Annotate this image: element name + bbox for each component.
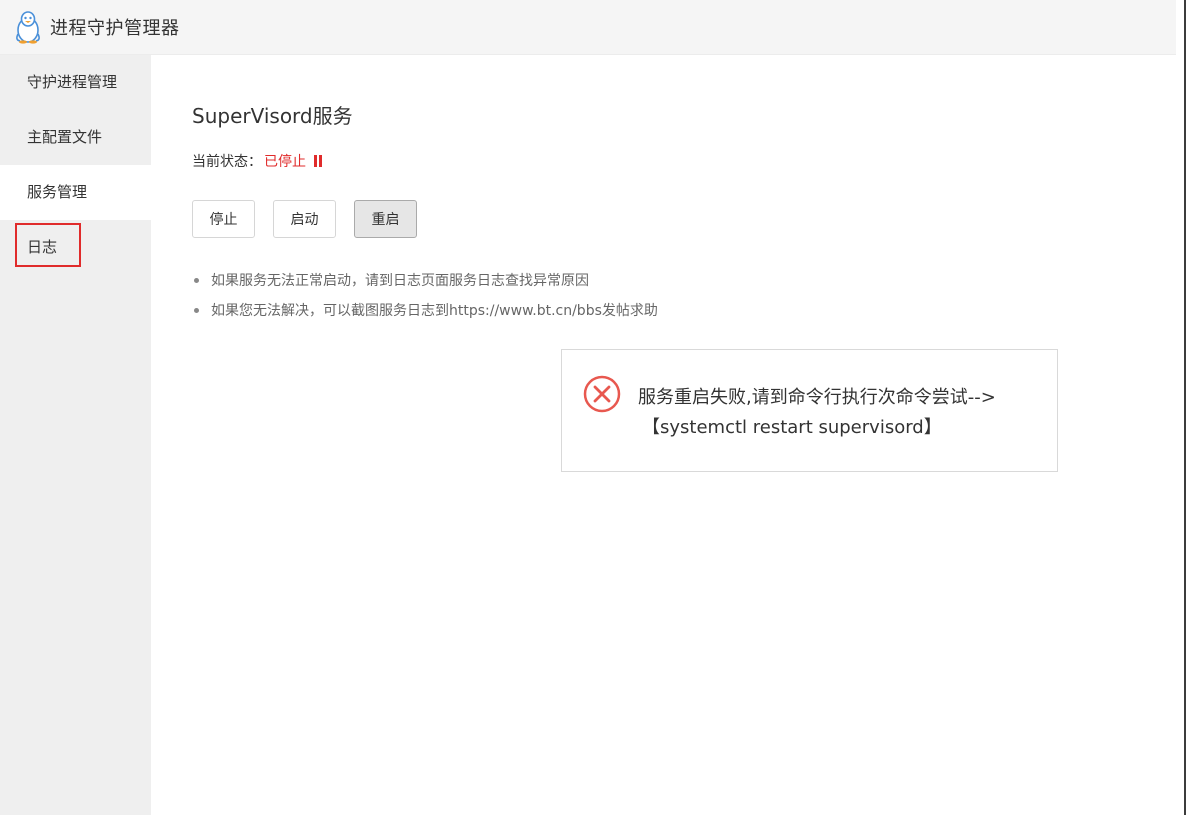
window-edge <box>1176 0 1187 815</box>
sidebar-item-service-management[interactable]: 服务管理 <box>0 165 151 220</box>
restart-button[interactable]: 重启 <box>354 200 417 238</box>
start-button[interactable]: 启动 <box>273 200 336 238</box>
sidebar-item-main-config[interactable]: 主配置文件 <box>0 110 151 165</box>
page-title: SuperVisord服务 <box>192 104 353 128</box>
tip-text: 如果您无法解决，可以截图服务日志到https://www.bt.cn/bbs发帖… <box>211 303 658 319</box>
bullet-icon <box>194 277 199 283</box>
tip-text: 如果服务无法正常启动，请到日志页面服务日志查找异常原因 <box>211 273 589 289</box>
window-title: 进程守护管理器 <box>50 18 180 39</box>
main-content: SuperVisord服务 当前状态： 已停止 停止 启动 重启 如果服务无法正… <box>151 55 1176 815</box>
pause-icon <box>314 155 322 167</box>
title-bar: 进程守护管理器 <box>0 0 1176 55</box>
bullet-icon <box>194 307 199 313</box>
error-circle-icon <box>583 375 621 413</box>
status-row: 当前状态： 已停止 <box>192 151 322 171</box>
tips-list: 如果服务无法正常启动，请到日志页面服务日志查找异常原因 如果您无法解决，可以截图… <box>192 265 658 325</box>
app-window: 进程守护管理器 守护进程管理 主配置文件 服务管理 日志 SuperVisord… <box>0 0 1176 815</box>
list-item: 如果服务无法正常启动，请到日志页面服务日志查找异常原因 <box>192 265 658 295</box>
toast-command: 【systemctl restart supervisord】 <box>642 417 942 438</box>
toast-message: 服务重启失败,请到命令行执行次命令尝试--> <box>638 387 996 408</box>
status-value: 已停止 <box>264 154 306 170</box>
list-item: 如果您无法解决，可以截图服务日志到https://www.bt.cn/bbs发帖… <box>192 295 658 325</box>
sidebar-item-daemon-processes[interactable]: 守护进程管理 <box>0 55 151 110</box>
status-label: 当前状态： <box>192 154 262 170</box>
sidebar: 守护进程管理 主配置文件 服务管理 日志 <box>0 55 151 815</box>
stop-button[interactable]: 停止 <box>192 200 255 238</box>
sidebar-item-logs[interactable]: 日志 <box>0 220 151 275</box>
error-toast: 服务重启失败,请到命令行执行次命令尝试--> 【systemctl restar… <box>561 349 1058 472</box>
penguin-logo-icon <box>16 11 40 44</box>
